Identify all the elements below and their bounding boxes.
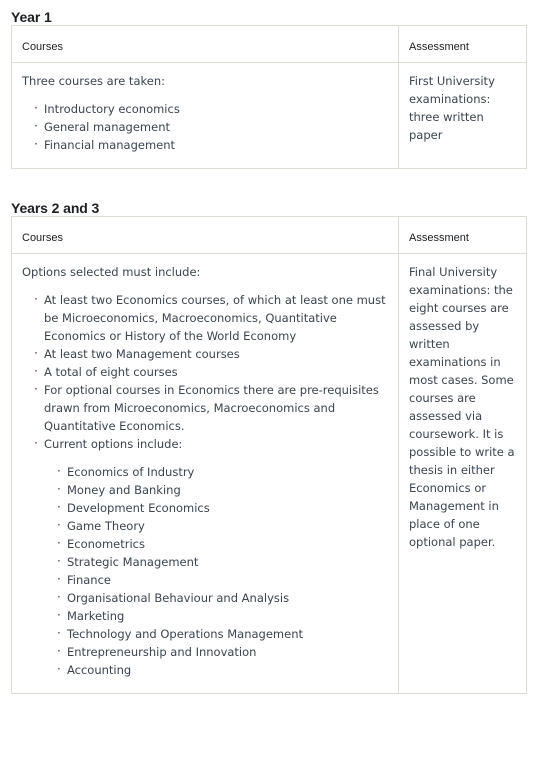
courses-bullet-list: Introductory economicsGeneral management… — [22, 99, 388, 154]
list-item: Economics of Industry — [57, 462, 388, 481]
year-1-table: Courses Assessment Three courses are tak… — [11, 25, 527, 169]
list-item: Development Economics — [57, 498, 388, 517]
cell-assessment: Final University examinations: the eight… — [399, 254, 527, 694]
years-2-3-table-head: Courses Assessment — [11, 216, 527, 254]
list-item: Econometrics — [57, 534, 388, 553]
year-1-table-head: Courses Assessment — [11, 25, 527, 63]
list-item: Game Theory — [57, 516, 388, 535]
list-item: Current options include:Economics of Ind… — [34, 434, 388, 679]
table-row: Options selected must include: At least … — [11, 253, 527, 694]
years-2-3-table-body: Options selected must include: At least … — [11, 253, 527, 694]
cell-courses: Options selected must include: At least … — [11, 253, 399, 694]
list-item: Introductory economics — [34, 99, 388, 118]
page-title-year-1: Year 1 — [11, 9, 52, 25]
assessment-text: First University examinations: three wri… — [409, 74, 495, 142]
table-row: Three courses are taken: Introductory ec… — [11, 62, 527, 169]
cell-assessment: First University examinations: three wri… — [399, 63, 527, 169]
column-header-assessment: Assessment — [398, 25, 527, 63]
years-2-3-table: Courses Assessment Options selected must… — [11, 216, 527, 694]
column-header-courses: Courses — [11, 25, 399, 63]
list-item: At least two Management courses — [34, 344, 388, 363]
list-item: Technology and Operations Management — [57, 624, 388, 643]
year-1-table-body: Three courses are taken: Introductory ec… — [11, 62, 527, 169]
list-item: Financial management — [34, 135, 388, 154]
list-item: Accounting — [57, 660, 388, 679]
courses-sub-bullet-list: Economics of IndustryMoney and BankingDe… — [44, 462, 388, 679]
list-item: For optional courses in Economics there … — [34, 380, 388, 435]
column-header-courses: Courses — [11, 216, 399, 254]
courses-intro-text: Three courses are taken: — [22, 74, 165, 88]
courses-bullet-list: At least two Economics courses, of which… — [22, 290, 388, 679]
list-item: At least two Economics courses, of which… — [34, 290, 388, 345]
list-item: Money and Banking — [57, 480, 388, 499]
table-header-row: Courses Assessment — [11, 25, 527, 63]
list-item: Strategic Management — [57, 552, 388, 571]
list-item: Finance — [57, 570, 388, 589]
list-item: Marketing — [57, 606, 388, 625]
courses-intro-text: Options selected must include: — [22, 265, 201, 279]
table-header-row: Courses Assessment — [11, 216, 527, 254]
page-title-years-2-and-3: Years 2 and 3 — [11, 200, 100, 216]
column-header-assessment: Assessment — [398, 216, 527, 254]
list-item: A total of eight courses — [34, 362, 388, 381]
list-item: Entrepreneurship and Innovation — [57, 642, 388, 661]
list-item: General management — [34, 117, 388, 136]
cell-courses: Three courses are taken: Introductory ec… — [11, 62, 399, 169]
assessment-text: Final University examinations: the eight… — [409, 265, 515, 549]
list-item: Organisational Behaviour and Analysis — [57, 588, 388, 607]
course-structure-page: Year 1 Courses Assessment Three courses … — [0, 0, 537, 694]
